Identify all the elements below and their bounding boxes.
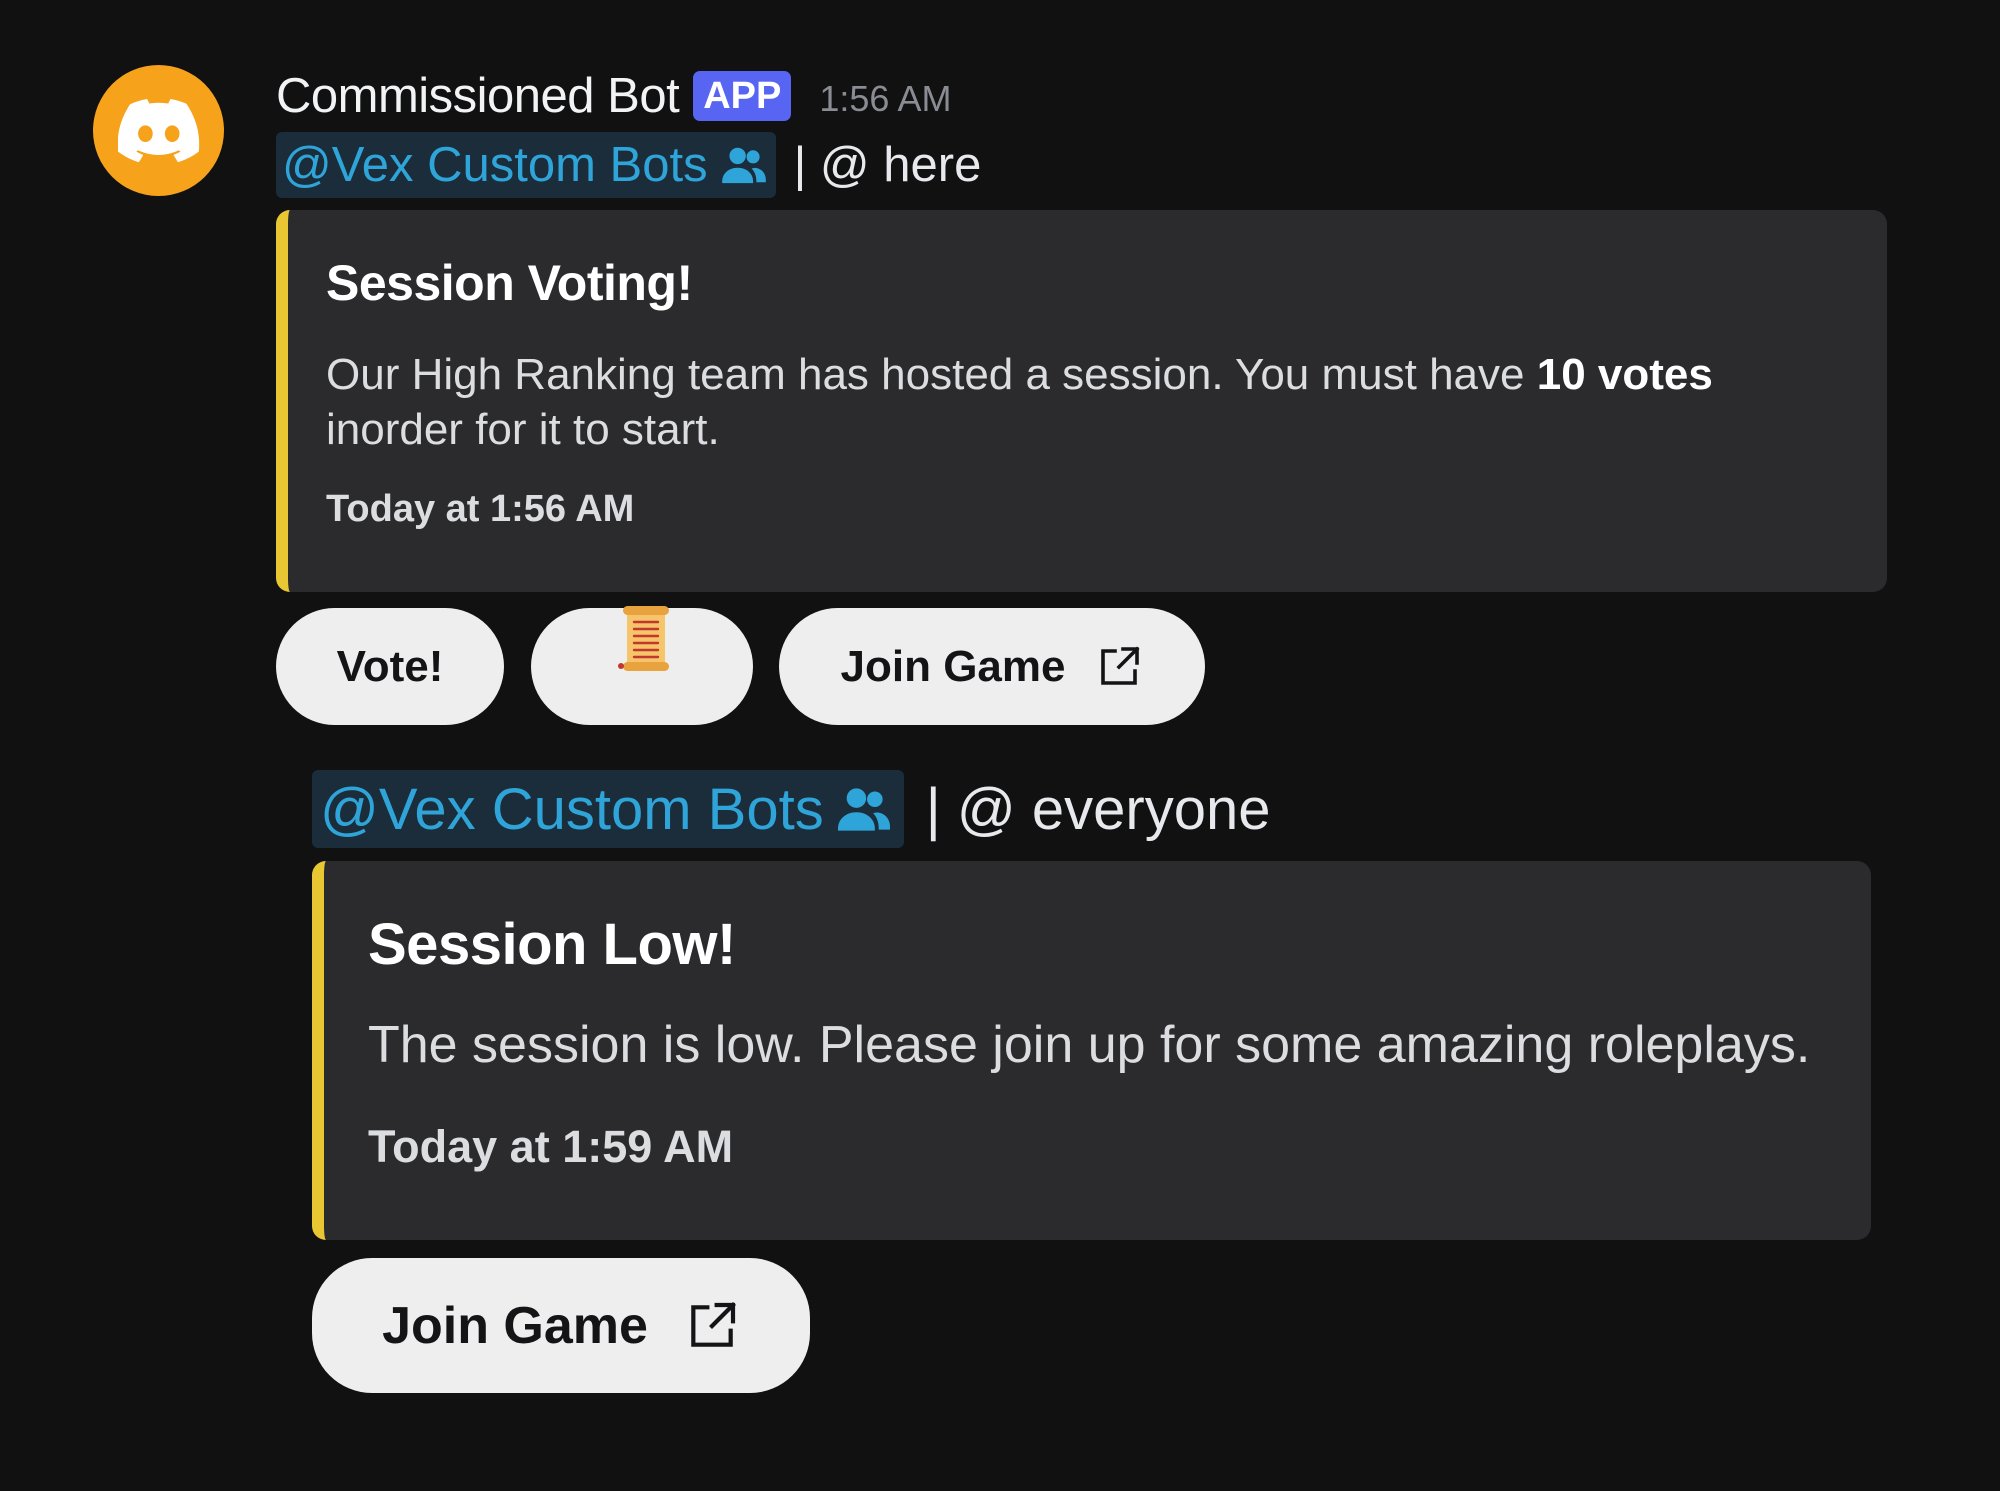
join-game-label: Join Game bbox=[840, 641, 1066, 691]
here-mention: | @ here bbox=[793, 138, 982, 192]
message-timestamp: 1:56 AM bbox=[819, 78, 952, 119]
message-header: Commissioned Bot APP 1:56 AM bbox=[276, 64, 951, 128]
people-icon bbox=[721, 145, 766, 185]
embed-title: Session Low! bbox=[368, 912, 736, 977]
external-link-icon bbox=[684, 1298, 740, 1354]
embed-session-voting: Session Voting! Our High Ranking team ha… bbox=[276, 210, 1887, 592]
embed-description-text-end: inorder for it to start. bbox=[326, 404, 720, 454]
role-mention-label: @Vex Custom Bots bbox=[282, 138, 708, 192]
everyone-mention: | @ everyone bbox=[925, 776, 1271, 842]
embed-footer-timestamp: Today at 1:59 AM bbox=[368, 1121, 734, 1172]
embed-footer-timestamp: Today at 1:56 AM bbox=[326, 488, 635, 530]
vote-button[interactable]: Vote! bbox=[276, 608, 504, 725]
external-link-icon bbox=[1095, 643, 1143, 691]
people-icon bbox=[837, 785, 890, 833]
embed-description: Our High Ranking team has hosted a sessi… bbox=[326, 348, 1856, 457]
role-mention-label: @Vex Custom Bots bbox=[320, 776, 824, 842]
embed-description-text: Our High Ranking team has hosted a sessi… bbox=[326, 350, 1537, 399]
scroll-button[interactable] bbox=[531, 606, 753, 725]
role-mention[interactable]: @Vex Custom Bots bbox=[312, 770, 904, 848]
mention-line: @Vex Custom Bots | @ here bbox=[276, 132, 981, 198]
embed-session-low: Session Low! The session is low. Please … bbox=[312, 861, 1871, 1240]
embed-title: Session Voting! bbox=[326, 255, 693, 311]
embed-description-bold: 10 votes bbox=[1536, 350, 1713, 399]
role-mention[interactable]: @Vex Custom Bots bbox=[276, 132, 776, 198]
embed-description: The session is low. Please join up for s… bbox=[368, 1016, 1811, 1074]
author-name[interactable]: Commissioned Bot bbox=[276, 68, 680, 124]
join-game-button[interactable]: Join Game bbox=[312, 1258, 810, 1393]
app-badge: APP bbox=[693, 71, 792, 121]
join-game-label: Join Game bbox=[382, 1296, 648, 1355]
scroll-icon bbox=[618, 606, 669, 671]
join-game-button[interactable]: Join Game bbox=[779, 608, 1205, 725]
discord-logo-icon bbox=[117, 98, 199, 162]
vote-button-label: Vote! bbox=[336, 641, 444, 691]
bot-avatar[interactable] bbox=[93, 65, 224, 196]
mention-line: @Vex Custom Bots | @ everyone bbox=[312, 770, 1271, 848]
